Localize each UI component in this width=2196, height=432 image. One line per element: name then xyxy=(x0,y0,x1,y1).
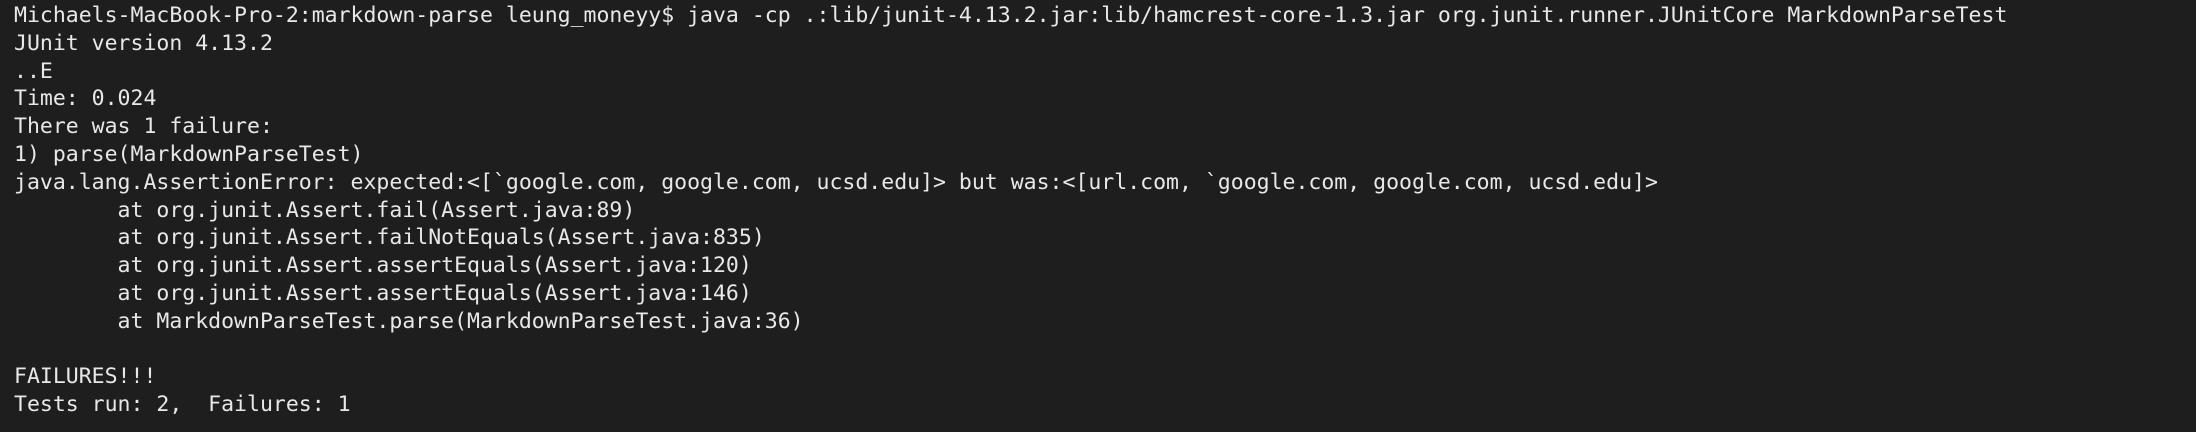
output-line: Time: 0.024 xyxy=(14,86,157,112)
output-line: 1) parse(MarkdownParseTest) xyxy=(14,141,364,167)
command-text: java -cp .:lib/junit-4.13.2.jar:lib/hamc… xyxy=(687,3,2008,28)
stack-trace-line: at org.junit.Assert.failNotEquals(Assert… xyxy=(14,225,765,251)
stack-trace-line: at org.junit.Assert.fail(Assert.java:89) xyxy=(14,197,636,223)
output-line: JUnit version 4.13.2 xyxy=(14,30,273,56)
error-line: java.lang.AssertionError: expected:<[`go… xyxy=(14,169,1658,195)
command-line: Michaels-MacBook-Pro-2:markdown-parse le… xyxy=(14,2,2196,30)
stack-trace-line: at MarkdownParseTest.parse(MarkdownParse… xyxy=(14,308,804,334)
shell-prompt: Michaels-MacBook-Pro-2:markdown-parse le… xyxy=(14,3,688,28)
output-line: FAILURES!!! xyxy=(14,364,157,390)
stack-trace-line: at org.junit.Assert.assertEquals(Assert.… xyxy=(14,280,752,306)
stack-trace-line: at org.junit.Assert.assertEquals(Assert.… xyxy=(14,253,752,279)
terminal-window[interactable]: Michaels-MacBook-Pro-2:markdown-parse le… xyxy=(0,0,2196,432)
output-line: ..E xyxy=(14,58,53,84)
output-line: There was 1 failure: xyxy=(14,114,273,140)
output-line: Tests run: 2, Failures: 1 xyxy=(14,392,351,418)
